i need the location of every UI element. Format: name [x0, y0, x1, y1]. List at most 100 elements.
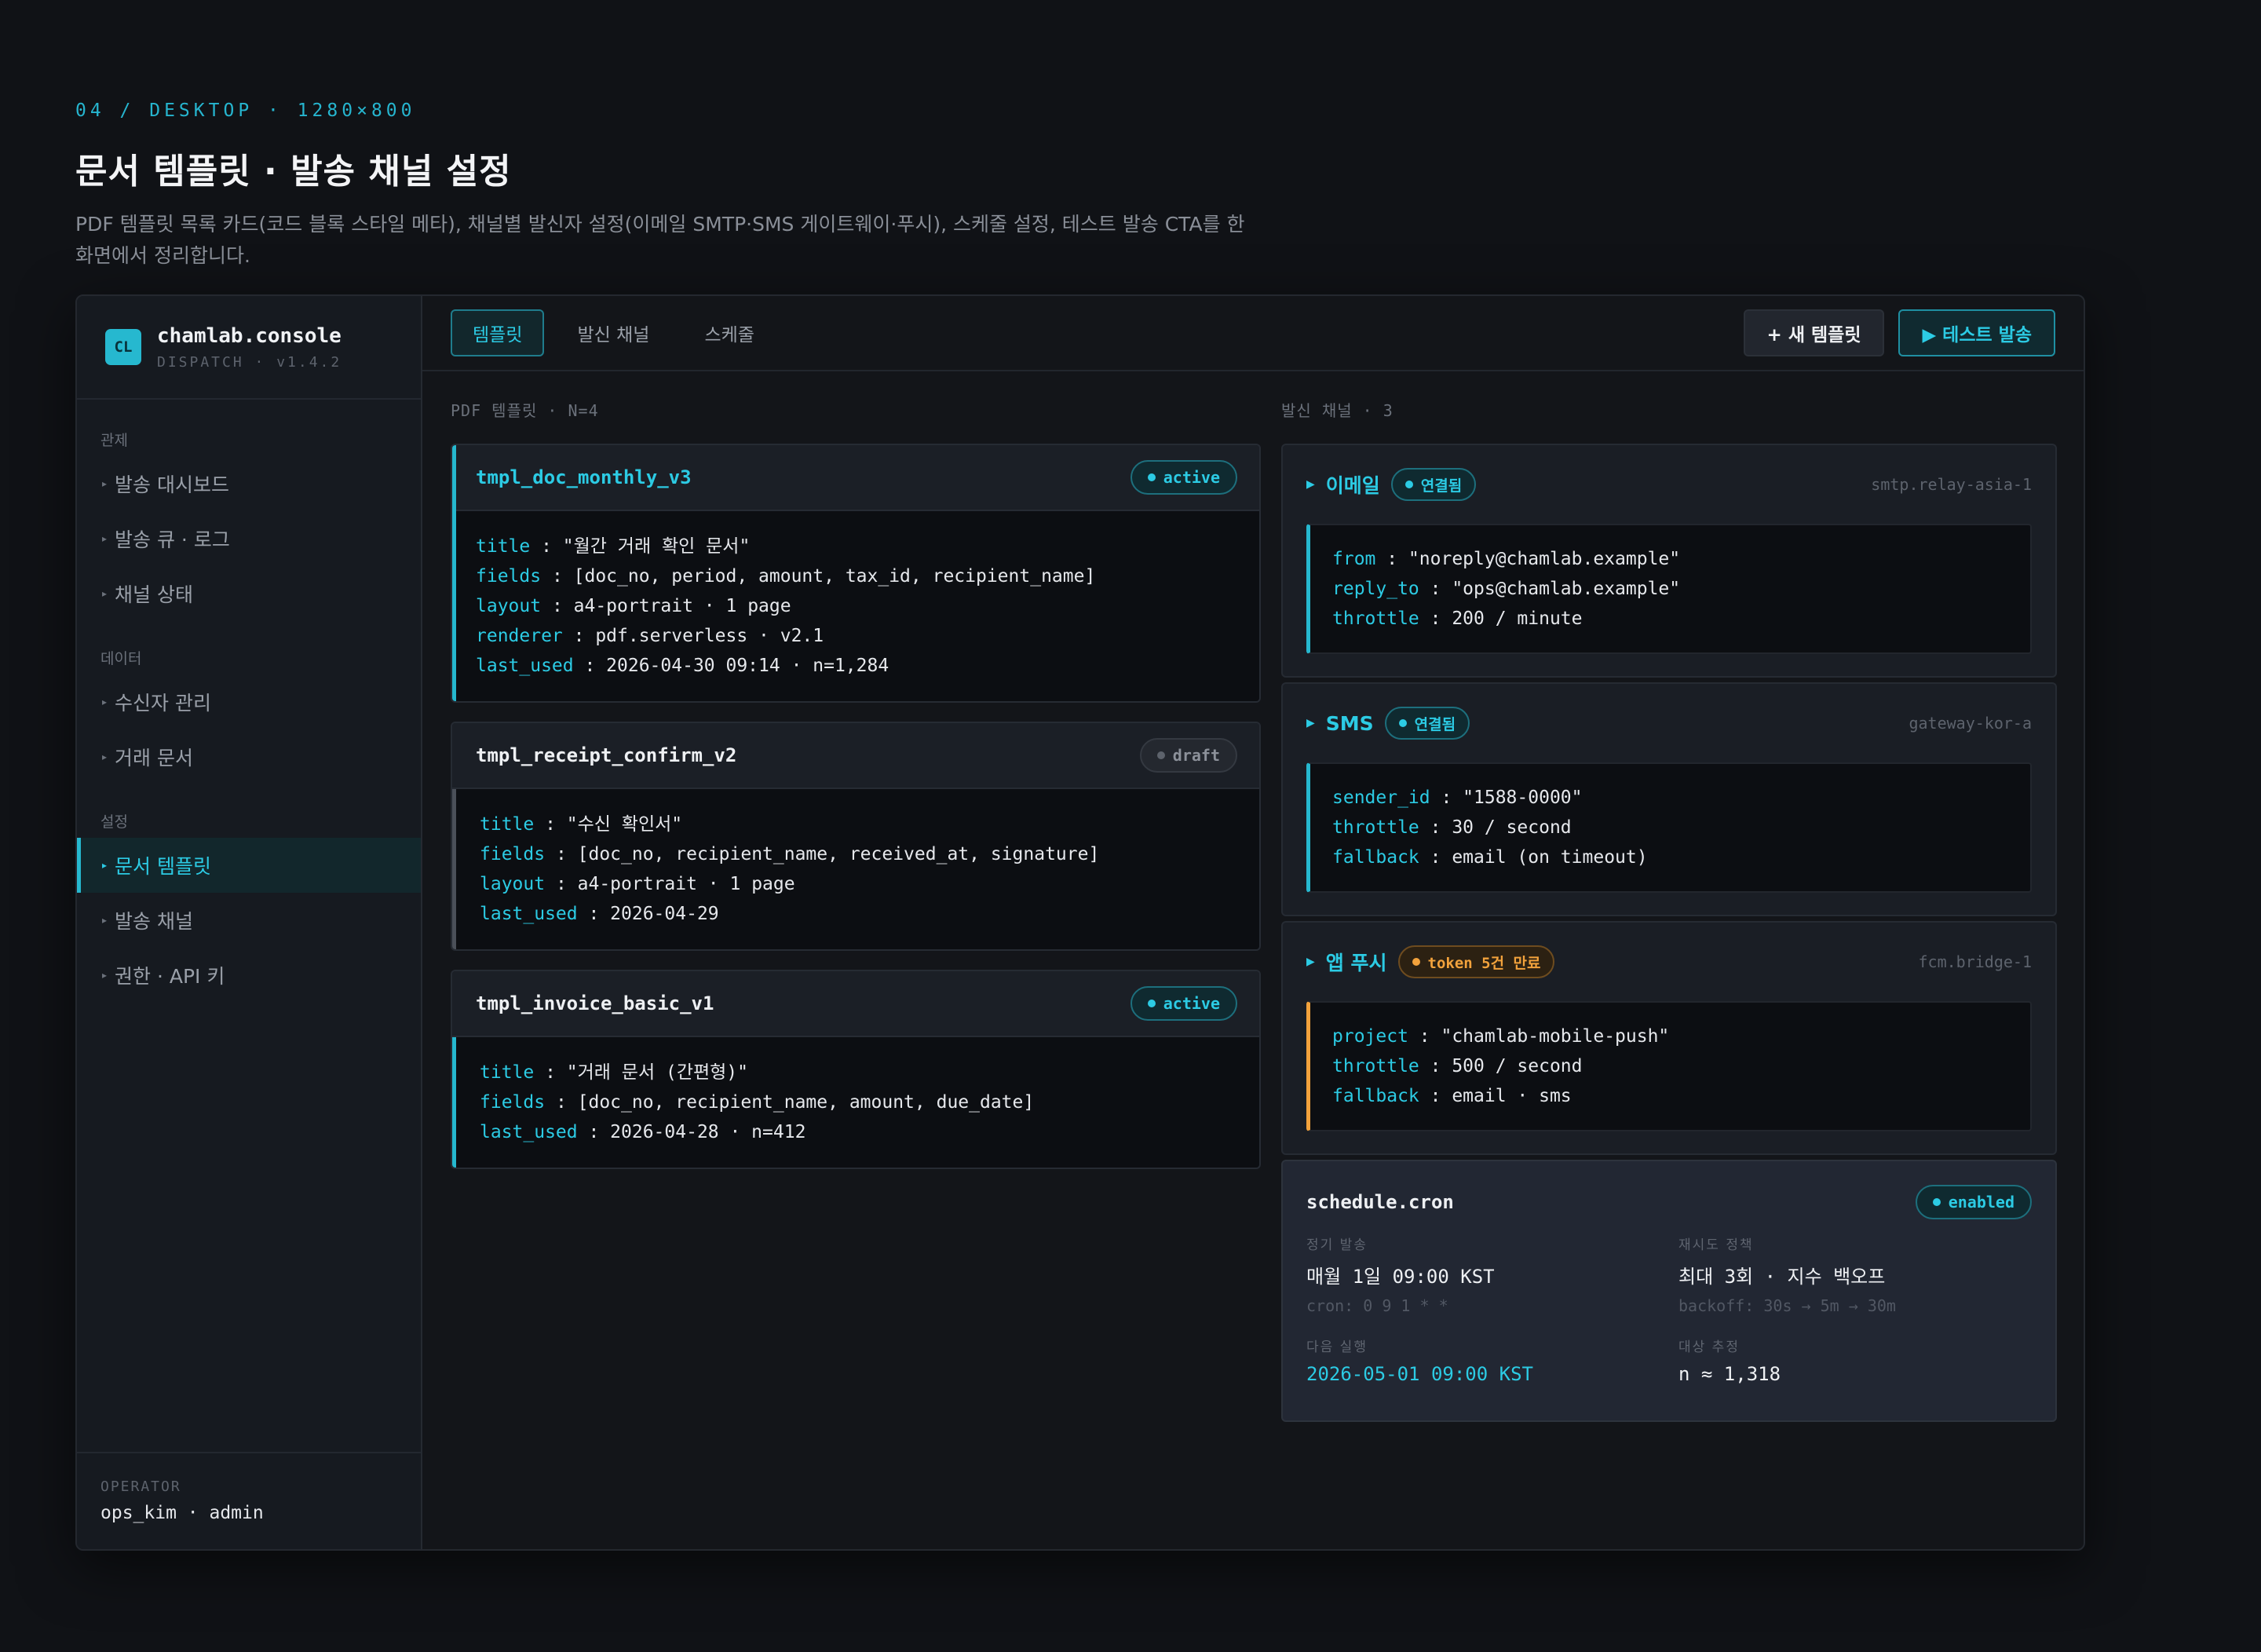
sidebar: CL chamlab.console DISPATCH · v1.4.2 관제 …: [77, 296, 422, 1549]
template-name: tmpl_receipt_confirm_v2: [476, 744, 737, 766]
channel-card-sms[interactable]: ▶ SMS 연결됨 gateway-kor-a sender_id : "1588…: [1281, 682, 2057, 916]
config-value: 500 / second: [1452, 1056, 1583, 1076]
caret-right-icon: ▸: [102, 860, 108, 871]
status-badge: 연결됨: [1384, 707, 1470, 740]
schedule-cron-expression: cron: 0 9 1 * *: [1306, 1296, 1448, 1315]
meta-key: title: [480, 814, 535, 835]
meta-key: fields: [480, 844, 546, 864]
templates-section-label: PDF 템플릿 · N=4: [451, 401, 599, 420]
sidebar-item-transaction-docs[interactable]: ▸ 거래 문서: [77, 729, 421, 784]
status-dot-icon: [1932, 1198, 1941, 1206]
sidebar-item-recipients[interactable]: ▸ 수신자 관리: [77, 674, 421, 729]
brand[interactable]: CL chamlab.console DISPATCH · v1.4.2: [77, 296, 421, 400]
status-dot-icon: [1147, 1000, 1156, 1007]
tab-send-channels[interactable]: 발신 채널: [555, 309, 671, 356]
tab-templates[interactable]: 템플릿: [451, 309, 545, 356]
config-key: from: [1332, 549, 1376, 569]
channel-host: gateway-kor-a: [1909, 714, 2032, 733]
warning-badge: token 5건 만료: [1397, 945, 1555, 978]
operator-value: ops_kim · admin: [100, 1503, 264, 1523]
sidebar-item-label: 채널 상태: [115, 583, 193, 606]
channel-host: smtp.relay-asia-1: [1871, 475, 2032, 494]
operator-label: OPERATOR: [100, 1478, 181, 1495]
schedule-label: 재시도 정책: [1678, 1237, 1754, 1253]
meta-value: 2026-04-29: [610, 904, 719, 924]
app-window: CL chamlab.console DISPATCH · v1.4.2 관제 …: [75, 294, 2085, 1551]
topbar: 템플릿 발신 채널 스케줄 + 새 템플릿 ▶ 테스트 발송: [422, 296, 2084, 371]
page-header: 04 / DESKTOP · 1280×800 문서 템플릿 · 발송 채널 설…: [75, 101, 1300, 272]
channel-card-email[interactable]: ▶ 이메일 연결됨 smtp.relay-asia-1 from : "norep…: [1281, 444, 2057, 678]
sidebar-item-channel-status[interactable]: ▸ 채널 상태: [77, 566, 421, 621]
page-eyebrow: 04 / DESKTOP · 1280×800: [75, 101, 416, 121]
meta-value: "거래 문서 (간편형)": [566, 1062, 748, 1083]
schedule-value: 매월 1일 09:00 KST: [1306, 1266, 1495, 1288]
schedule-label: 대상 추정: [1678, 1340, 1740, 1355]
status-badge: 연결됨: [1390, 468, 1477, 501]
operator-info: OPERATOR ops_kim · admin: [77, 1452, 421, 1549]
template-card[interactable]: tmpl_doc_monthly_v3 active title : "월간 거…: [451, 444, 1261, 703]
meta-value: [doc_no, recipient_name, amount, due_dat…: [577, 1092, 1035, 1113]
caret-right-icon: ▸: [102, 970, 108, 981]
caret-right-icon[interactable]: ▶: [1306, 717, 1315, 729]
config-key: throttle: [1332, 817, 1419, 838]
meta-value: a4-portrait · 1 page: [577, 874, 795, 894]
status-text: active: [1163, 468, 1220, 487]
status-badge: enabled: [1915, 1185, 2032, 1219]
channel-name: 이메일: [1325, 474, 1380, 497]
channel-card-push[interactable]: ▶ 앱 푸시 token 5건 만료 fcm.bridge-1 project :…: [1281, 921, 2057, 1155]
sidebar-item-permissions-api-keys[interactable]: ▸ 권한 · API 키: [77, 948, 421, 1003]
status-badge: draft: [1139, 738, 1237, 773]
meta-key: layout: [480, 874, 546, 894]
config-key: throttle: [1332, 609, 1419, 629]
template-card[interactable]: tmpl_receipt_confirm_v2 draft title : "수…: [451, 722, 1261, 951]
status-text: 연결됨: [1420, 477, 1463, 495]
schedule-title: schedule.cron: [1306, 1191, 1454, 1213]
status-text: active: [1163, 994, 1220, 1013]
nav-section-label: 관제: [100, 431, 128, 449]
meta-value: "월간 거래 확인 문서": [562, 536, 751, 557]
meta-key: last_used: [480, 904, 578, 924]
nav-section-label: 데이터: [100, 649, 142, 667]
page-description: PDF 템플릿 목록 카드(코드 블록 스타일 메타), 채널별 발신자 설정(…: [75, 213, 1245, 267]
config-value: 200 / minute: [1452, 609, 1583, 629]
caret-right-icon[interactable]: ▶: [1306, 478, 1315, 491]
sidebar-item-label: 발송 채널: [115, 910, 193, 933]
meta-value: [doc_no, recipient_name, received_at, si…: [577, 844, 1100, 864]
meta-key: title: [480, 1062, 535, 1083]
channel-name: 앱 푸시: [1325, 952, 1387, 974]
meta-key: title: [476, 536, 531, 557]
sidebar-nav: 관제 ▸ 발송 대시보드 ▸ 발송 큐 · 로그 ▸ 채널 상태 데이터 ▸ 수신자 관…: [77, 400, 421, 1003]
caret-right-icon: ▸: [102, 915, 108, 926]
caret-right-icon: ▸: [102, 696, 108, 707]
template-meta-code-block: title : "월간 거래 확인 문서" fields : [doc_no, …: [452, 511, 1259, 701]
template-card[interactable]: tmpl_invoice_basic_v1 active title : "거래…: [451, 970, 1261, 1169]
sidebar-item-dispatch-dashboard[interactable]: ▸ 발송 대시보드: [77, 456, 421, 511]
template-name: tmpl_doc_monthly_v3: [476, 466, 692, 488]
meta-key: last_used: [480, 1122, 578, 1142]
sidebar-item-doc-templates[interactable]: ▸ 문서 템플릿: [77, 838, 421, 893]
status-dot-icon: [1156, 751, 1165, 759]
sidebar-item-send-channels[interactable]: ▸ 발송 채널: [77, 893, 421, 948]
schedule-backoff: backoff: 30s → 5m → 30m: [1678, 1296, 1896, 1315]
test-send-button[interactable]: ▶ 테스트 발송: [1898, 309, 2055, 356]
schedule-value: n ≈ 1,318: [1678, 1363, 1781, 1385]
status-text: draft: [1172, 746, 1220, 765]
warning-dot-icon: [1412, 958, 1420, 966]
caret-right-icon: ▸: [102, 588, 108, 599]
meta-value: 2026-04-30 09:14 · n=1,284: [606, 656, 889, 676]
schedule-card[interactable]: schedule.cron enabled 정기 발송 매월 1일 09:00 …: [1281, 1160, 2057, 1422]
meta-value: 2026-04-28 · n=412: [610, 1122, 806, 1142]
caret-right-icon[interactable]: ▶: [1306, 956, 1315, 968]
config-key: fallback: [1332, 1086, 1419, 1106]
channel-config-code-block: project : "chamlab-mobile-push" throttle…: [1306, 1001, 2032, 1131]
schedule-target: 대상 추정 n ≈ 1,318: [1678, 1336, 2051, 1385]
sidebar-item-queue-log[interactable]: ▸ 발송 큐 · 로그: [77, 511, 421, 566]
status-text: token 5건 만료: [1427, 954, 1541, 972]
config-value: "chamlab-mobile-push": [1441, 1026, 1670, 1047]
tab-schedule[interactable]: 스케줄: [682, 309, 776, 356]
channel-config-code-block: sender_id : "1588-0000" throttle : 30 / …: [1306, 762, 2032, 893]
channel-name: SMS: [1325, 711, 1374, 735]
meta-key: fields: [480, 1092, 546, 1113]
schedule-label: 다음 실행: [1306, 1340, 1368, 1355]
new-template-button[interactable]: + 새 템플릿: [1743, 309, 1885, 356]
